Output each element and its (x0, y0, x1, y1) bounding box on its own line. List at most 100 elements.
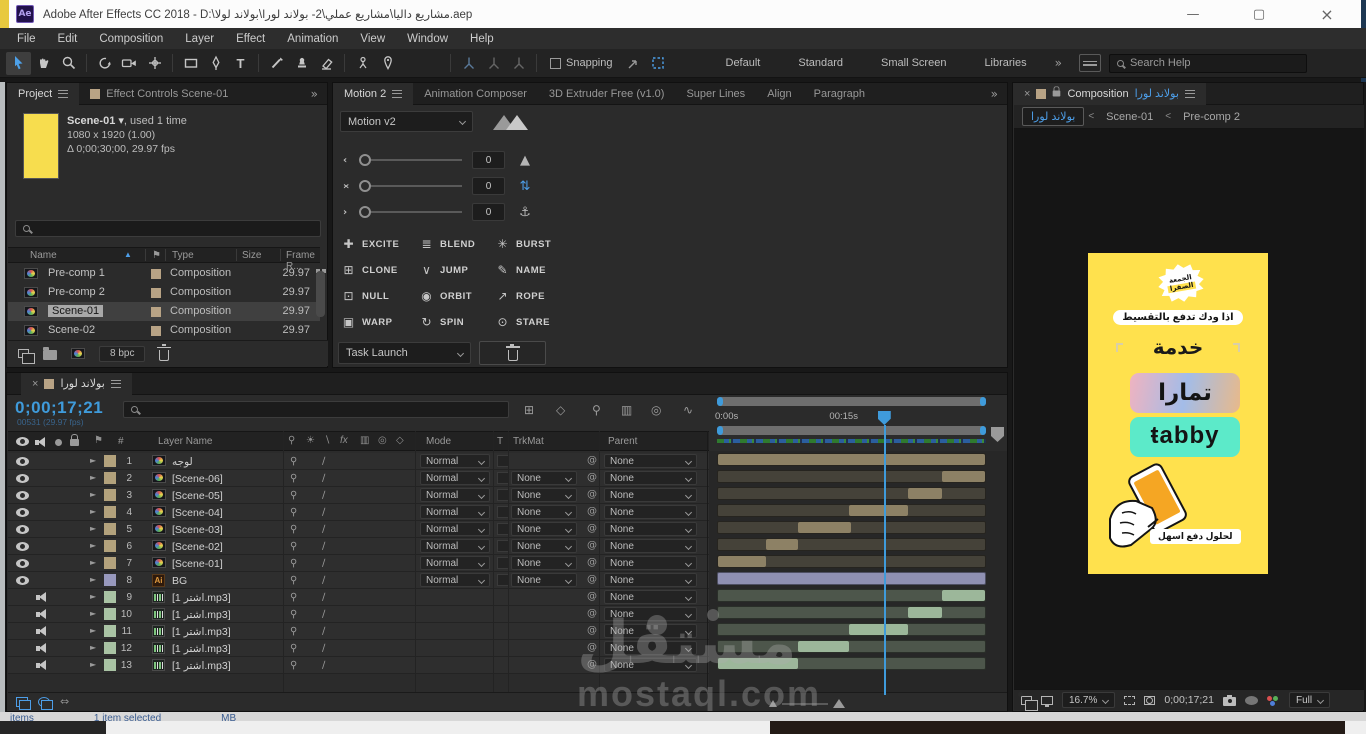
panel-menu-icon[interactable] (110, 379, 121, 388)
expand-arrow-icon[interactable]: ► (90, 541, 96, 550)
mode-dropdown[interactable]: Normal (420, 505, 490, 519)
panel-menu-icon[interactable] (392, 89, 403, 98)
layer-duration-bar[interactable] (717, 538, 986, 551)
parent-dropdown[interactable]: None (604, 641, 697, 655)
breadcrumb-scene-01[interactable]: Scene-01 (1098, 109, 1161, 125)
tab-animation-composer[interactable]: Animation Composer (413, 83, 538, 105)
quality-switch-icon[interactable]: ∕ (322, 541, 325, 552)
label-column-icon[interactable]: ⚑ (94, 435, 103, 446)
label-color-chip[interactable] (151, 326, 161, 336)
project-bpc-button[interactable]: 8 bpc (99, 345, 146, 362)
snapshot-camera-icon[interactable] (1223, 695, 1236, 706)
motion-button-null[interactable]: ⊡ NULL (341, 283, 419, 309)
hide-shy-layers-icon[interactable]: ⚲ (592, 403, 601, 417)
fx-switch-icon[interactable]: fx (340, 435, 348, 446)
layer-duration-bar[interactable] (717, 470, 986, 483)
time-ruler[interactable]: 0:00s 00:15s (715, 410, 986, 425)
column-header-number[interactable]: # (118, 436, 124, 447)
shy-switch-icon[interactable]: ⚲ (288, 435, 295, 446)
parent-pickwhip-icon[interactable]: @ (587, 642, 597, 653)
parent-dropdown[interactable]: None (604, 539, 697, 553)
comp-marker-bin-icon[interactable] (991, 427, 1004, 442)
expand-arrow-icon[interactable]: ► (90, 456, 96, 465)
menu-item-help[interactable]: Help (459, 33, 505, 45)
layer-name[interactable]: [Scene-01] (172, 558, 223, 570)
quality-switch-icon[interactable]: ∕ (322, 456, 325, 467)
selection-tool-icon[interactable] (6, 51, 31, 75)
parent-dropdown[interactable]: None (604, 488, 697, 502)
visibility-eye-icon[interactable] (16, 457, 29, 466)
tab-project[interactable]: Project (7, 82, 80, 105)
composition-timecode[interactable]: 0;00;17;21 (1164, 694, 1214, 706)
snapping-checkbox[interactable] (550, 57, 561, 69)
shy-switch-icon[interactable]: ⚲ (290, 660, 297, 671)
clone-stamp-tool-icon[interactable] (289, 52, 314, 75)
layer-name[interactable]: [1 اشتر.mp3] (172, 592, 231, 604)
new-composition-icon[interactable] (71, 348, 85, 359)
graph-editor-icon[interactable]: ∿ (683, 403, 693, 417)
magnification-dropdown[interactable]: 16.7% (1062, 692, 1116, 708)
layer-duration-bar[interactable] (717, 589, 986, 602)
panel-menu-icon[interactable] (58, 89, 69, 98)
expand-arrow-icon[interactable]: ► (90, 558, 96, 567)
parent-pickwhip-icon[interactable]: @ (587, 523, 597, 534)
trkmat-dropdown[interactable]: None (511, 573, 577, 587)
expand-arrow-icon[interactable]: ► (90, 643, 96, 652)
audio-speaker-icon[interactable] (36, 592, 48, 602)
shy-switch-icon[interactable]: ⚲ (290, 592, 297, 603)
slider-value-field[interactable]: 0 (472, 151, 505, 169)
type-tool-icon[interactable]: T (228, 52, 253, 75)
motion-button-burst[interactable]: ✳ BURST (495, 231, 571, 257)
layer-active-segment[interactable] (848, 624, 908, 635)
layer-row[interactable]: ► 12 [1 اشتر.mp3] ⚲ ∕ @ None (8, 640, 709, 657)
mode-dropdown[interactable]: Normal (420, 573, 490, 587)
mask-visibility-icon[interactable] (1144, 695, 1156, 705)
parent-dropdown[interactable]: None (604, 505, 697, 519)
panel-overflow-button[interactable]: » (302, 87, 327, 101)
expand-arrow-icon[interactable]: ► (90, 490, 96, 499)
tab-paragraph[interactable]: Paragraph (803, 83, 876, 105)
trkmat-dropdown[interactable]: None (511, 539, 577, 553)
composition-mini-flowchart-icon[interactable]: ⊞ (524, 403, 534, 417)
minimize-button[interactable]: — (1178, 0, 1208, 28)
visibility-eye-icon[interactable] (16, 576, 29, 585)
layer-duration-bar[interactable] (717, 521, 986, 534)
expand-arrow-icon[interactable]: ► (90, 626, 96, 635)
layer-duration-bar[interactable] (717, 606, 986, 619)
layer-active-segment[interactable] (907, 488, 943, 499)
timeline-horizontal-scrollbar[interactable] (717, 397, 986, 406)
motion-button-spin[interactable]: ↻ SPIN (419, 309, 495, 335)
column-header-type[interactable]: Type (172, 250, 194, 261)
layer-name[interactable]: [Scene-05] (172, 490, 223, 502)
mode-dropdown[interactable]: Normal (420, 488, 490, 502)
shy-switch-icon[interactable]: ⚲ (290, 643, 297, 654)
workspace-overflow-button[interactable]: » (1046, 56, 1071, 70)
work-area-bar[interactable] (717, 426, 986, 435)
frame-blending-icon[interactable]: ▥ (621, 403, 632, 417)
frame-blend-switch-icon[interactable]: ▥ (360, 435, 369, 446)
layer-name[interactable]: لوجه (172, 456, 193, 468)
region-of-interest-icon[interactable] (1124, 695, 1136, 705)
eraser-tool-icon[interactable] (314, 52, 339, 75)
layer-name[interactable]: [1 اشتر.mp3] (172, 643, 231, 655)
close-tab-icon[interactable]: × (32, 378, 38, 390)
rectangle-tool-icon[interactable] (178, 52, 203, 75)
expand-in-out-icon[interactable]: ⇔ (60, 695, 69, 708)
layer-active-segment[interactable] (718, 658, 799, 669)
layer-active-segment[interactable] (848, 505, 908, 516)
expand-arrow-icon[interactable]: ► (90, 660, 96, 669)
region-of-interest-icon[interactable] (646, 52, 671, 75)
parent-dropdown[interactable]: None (604, 556, 697, 570)
menu-item-layer[interactable]: Layer (174, 33, 225, 45)
menu-item-view[interactable]: View (349, 33, 396, 45)
breadcrumb-pre-comp-2[interactable]: Pre-comp 2 (1175, 109, 1248, 125)
shy-switch-icon[interactable]: ⚲ (290, 524, 297, 535)
layer-duration-bar[interactable] (717, 555, 986, 568)
motion-button-name[interactable]: ✎ NAME (495, 257, 571, 283)
parent-dropdown[interactable]: None (604, 590, 697, 604)
layer-name[interactable]: [Scene-03] (172, 524, 223, 536)
shy-switch-icon[interactable]: ⚲ (290, 609, 297, 620)
menu-item-file[interactable]: File (6, 33, 47, 45)
updown-icon[interactable]: ⇅ (517, 179, 533, 194)
quality-switch-icon[interactable]: ∕ (322, 558, 325, 569)
